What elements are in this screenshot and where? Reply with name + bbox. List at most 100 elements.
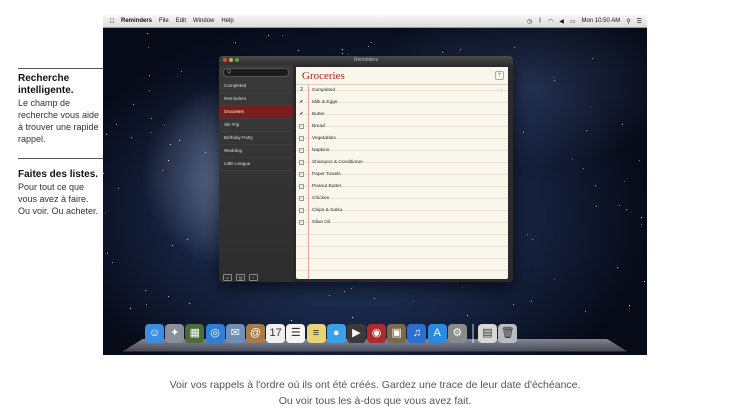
reminder-text[interactable]: Bread (312, 121, 325, 133)
notes-icon[interactable]: ≡ (306, 324, 326, 343)
reminder-text[interactable]: Milk & Eggs (312, 97, 337, 109)
documents-icon[interactable]: ▤ (478, 324, 497, 343)
checkbox[interactable] (299, 160, 304, 165)
caption-line: Voir vos rappels à l'ordre où ils ont ét… (169, 379, 581, 391)
checkmark-icon[interactable]: ✔ (299, 112, 304, 117)
checkbox[interactable] (299, 124, 304, 129)
reminder-text[interactable]: Napkins (312, 145, 329, 157)
add-list-button[interactable]: + (249, 273, 258, 281)
reminder-row[interactable]: Bread (296, 121, 508, 133)
menu-file[interactable]: File (159, 18, 169, 24)
reminder-row[interactable]: Napkins (296, 145, 508, 157)
menu-help[interactable]: Help (221, 18, 233, 24)
system-preferences-icon[interactable]: ⚙ (447, 324, 467, 343)
reminder-text[interactable]: Shampoo & Conditioner (312, 157, 363, 169)
sidebar-list-item[interactable]: Groceries (219, 106, 293, 119)
finder-icon[interactable]: ☺ (145, 324, 164, 343)
checkbox[interactable] (299, 148, 304, 153)
sidebar: Q Completed Reminders Groceries Ski Trip Bir… (219, 65, 293, 282)
minimize-button[interactable] (229, 58, 233, 62)
reminder-text[interactable]: Butter (312, 109, 325, 121)
annotation-body: Pour tout ce que vous avez à faire. Ou v… (18, 182, 99, 216)
list-collection: Completed Reminders Groceries Ski Trip Birth… (219, 80, 293, 171)
facetime-icon[interactable]: ▶ (346, 324, 366, 343)
checkbox[interactable] (299, 220, 304, 225)
messages-icon[interactable]: ● (326, 324, 346, 343)
battery-icon[interactable]: ▭ (570, 18, 576, 25)
caption: Voir vos rappels à l'ordre où ils ont ét… (0, 377, 750, 409)
reminder-row[interactable]: Peanut Butter (296, 181, 508, 193)
reminder-row[interactable]: Chicken (296, 193, 508, 205)
menu-edit[interactable]: Edit (176, 18, 186, 24)
list-header: Groceries + (296, 67, 508, 85)
completed-label: Completed (312, 88, 336, 93)
menu-clock[interactable]: Mon 10:50 AM (582, 18, 621, 24)
checkbox[interactable] (299, 184, 304, 189)
sidebar-list-item[interactable]: Little League (219, 158, 293, 171)
window-titlebar[interactable]: Reminders (219, 56, 513, 65)
reminder-row[interactable]: Vegetables (296, 133, 508, 145)
reminder-text[interactable]: Olive Oil (312, 217, 330, 229)
reminder-row[interactable]: ✔ Milk & Eggs (296, 97, 508, 109)
time-machine-icon[interactable]: ◷ (527, 18, 532, 25)
checkbox[interactable] (299, 136, 304, 141)
itunes-icon[interactable]: ♫ (407, 324, 427, 343)
sidebar-list-item[interactable]: Birthday Party (219, 132, 293, 145)
wifi-icon[interactable]: ◠ (548, 18, 553, 25)
safari-icon[interactable]: ◎ (205, 324, 225, 343)
photo-booth-icon[interactable]: ◉ (367, 324, 387, 343)
reminder-row[interactable]: Shampoo & Conditioner (296, 157, 508, 169)
reminder-row[interactable]: Chips & Salsa (296, 205, 508, 217)
mail-icon[interactable]: ✉ (225, 324, 245, 343)
contacts-icon[interactable]: @ (245, 324, 265, 343)
reminder-text[interactable]: Chicken (312, 193, 329, 205)
reminders-list-pane: Groceries + 2 Completed › ✔ Milk & Eggs ✔ B… (296, 67, 508, 279)
show-calendar-button[interactable]: ▭ (223, 273, 232, 281)
sidebar-list-item[interactable]: Ski Trip (219, 119, 293, 132)
trash-icon[interactable]: 🗑 (498, 324, 518, 343)
toggle-sidebar-button[interactable]: ▤ (236, 273, 245, 281)
volume-icon[interactable]: ◀ (559, 18, 564, 25)
checkmark-icon[interactable]: ✔ (299, 100, 304, 105)
sidebar-list-item[interactable]: Completed (219, 80, 293, 93)
apple-menu-icon[interactable]:  (103, 18, 121, 25)
completed-count-icon: 2 (300, 87, 303, 93)
sidebar-list-item[interactable]: Wedding (219, 145, 293, 158)
list-title: Groceries (302, 70, 345, 82)
iphoto-icon[interactable]: ▣ (387, 324, 407, 343)
reminder-text[interactable]: Chips & Salsa (312, 205, 342, 217)
reminder-row[interactable]: ✔ Butter (296, 109, 508, 121)
reminder-text[interactable]: Peanut Butter (312, 181, 341, 193)
menu-bar:  Reminders File Edit Window Help ◷ ᛒ ◠ … (103, 15, 647, 28)
spotlight-icon[interactable]: ⚲ (626, 18, 630, 25)
menu-app-name[interactable]: Reminders (121, 18, 152, 24)
reminder-row[interactable]: Olive Oil (296, 217, 508, 229)
close-button[interactable] (223, 58, 227, 62)
add-reminder-button[interactable]: + (495, 71, 504, 80)
calendar-icon[interactable]: 17 (266, 324, 286, 343)
mission-control-icon[interactable]: ▦ (185, 324, 205, 343)
notification-center-icon[interactable]: ☰ (637, 18, 642, 25)
annotation-body: Le champ de recherche vous aide à trouve… (18, 98, 100, 144)
reminders-icon[interactable]: ☰ (286, 324, 306, 343)
checkbox[interactable] (299, 196, 304, 201)
bluetooth-icon[interactable]: ᛒ (538, 18, 542, 24)
zoom-button[interactable] (235, 58, 239, 62)
reminder-row[interactable]: Paper Towels (296, 169, 508, 181)
reminders-window: Reminders Q Completed Reminders Groceries S… (219, 56, 513, 282)
app-store-icon[interactable]: A (427, 324, 447, 343)
checkbox[interactable] (299, 172, 304, 177)
search-input[interactable]: Q (223, 68, 289, 77)
menu-window[interactable]: Window (193, 18, 214, 24)
reminder-text[interactable]: Paper Towels (312, 169, 341, 181)
chevron-right-icon: › (500, 88, 502, 93)
launchpad-icon[interactable]: ✦ (165, 324, 185, 343)
sidebar-toolbar: ▭ ▤ + (219, 272, 297, 282)
checkbox[interactable] (299, 208, 304, 213)
annotation-title: Recherche intelligente. (18, 73, 74, 96)
reminder-text[interactable]: Vegetables (312, 133, 336, 145)
sidebar-list-item[interactable]: Reminders (219, 93, 293, 106)
window-title: Reminders (353, 57, 379, 63)
completed-row[interactable]: 2 Completed › (296, 85, 508, 97)
annotation-make-lists: Faites des listes. Pour tout ce que vous… (18, 169, 100, 217)
